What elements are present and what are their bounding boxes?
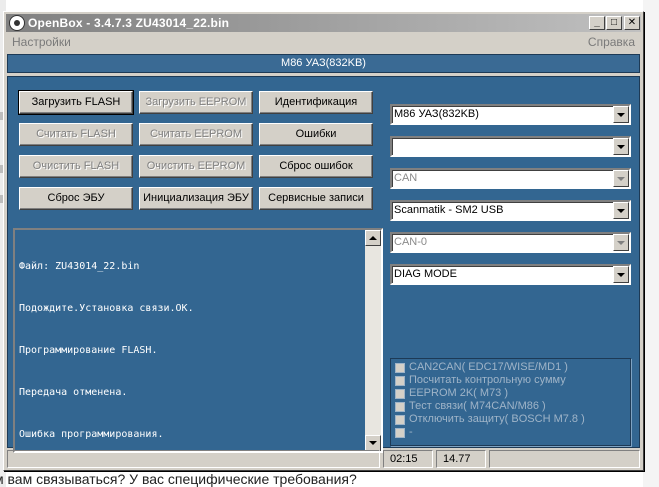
checkbox[interactable] (395, 363, 405, 373)
scroll-down-icon[interactable] (365, 435, 381, 451)
background-page-text: м вам связываться? У вас специфические т… (0, 471, 357, 487)
checkbox[interactable] (395, 428, 405, 438)
ecu-header: M86 УАЗ(832KB) (7, 54, 640, 73)
read-flash-button[interactable]: Считать FLASH (19, 123, 133, 146)
status-value: 14.77 (436, 450, 486, 468)
menu-settings[interactable]: Настройки (12, 35, 71, 49)
identification-button[interactable]: Идентификация (259, 91, 373, 114)
title-bar[interactable]: OpenBox - 3.4.7.3 ZU43014_22.bin _ □ ✕ (6, 14, 641, 32)
checkbox[interactable] (395, 402, 405, 412)
chevron-down-icon[interactable] (613, 234, 629, 251)
main-panel: Загрузить FLASH Загрузить EEPROM Идентиф… (7, 76, 640, 453)
protocol-value: CAN (394, 172, 418, 184)
status-extra (489, 450, 640, 468)
adapter-value: Scanmatik - SM2 USB (394, 204, 504, 216)
checkbox[interactable] (395, 376, 405, 386)
chevron-down-icon[interactable] (613, 266, 629, 283)
adapter-select[interactable]: Scanmatik - SM2 USB (390, 200, 631, 221)
menu-bar: Настройки Справка (6, 33, 641, 51)
ecu-type-value: M86 УАЗ(832KB) (394, 108, 479, 120)
status-bar: 02:15 14.77 (7, 450, 640, 468)
openbox-app-icon (9, 15, 25, 31)
channel-value: CAN-0 (394, 236, 428, 248)
empty-select[interactable] (390, 136, 631, 157)
load-flash-button[interactable]: Загрузить FLASH (18, 90, 134, 115)
reset-ecu-button[interactable]: Сброс ЭБУ (19, 187, 133, 210)
chevron-down-icon[interactable] (613, 106, 629, 123)
background-right-edge (643, 0, 659, 487)
ecu-type-select[interactable]: M86 УАЗ(832KB) (390, 104, 631, 125)
clear-flash-button[interactable]: Очистить FLASH (19, 155, 133, 178)
openbox-window: OpenBox - 3.4.7.3 ZU43014_22.bin _ □ ✕ Н… (3, 11, 644, 471)
clear-eeprom-button[interactable]: Очистить EEPROM (139, 155, 253, 178)
close-button[interactable]: ✕ (624, 16, 640, 30)
channel-select[interactable]: CAN-0 (390, 232, 631, 253)
mode-select[interactable]: DIAG MODE (390, 264, 631, 285)
minimize-button[interactable]: _ (589, 16, 605, 30)
chevron-down-icon[interactable] (613, 138, 629, 155)
log-scrollbar[interactable] (365, 230, 381, 451)
mode-value: DIAG MODE (394, 268, 457, 280)
options-group: CAN2CAN( EDC17/WISE/MD1 ) Посчитать конт… (390, 358, 631, 446)
service-records-button[interactable]: Сервисные записи (259, 187, 373, 210)
init-ecu-button[interactable]: Инициализация ЭБУ (139, 187, 253, 210)
read-eeprom-button[interactable]: Считать EEPROM (139, 123, 253, 146)
log-line: Ошибка программирования. (19, 429, 164, 440)
log-line: Файл: ZU43014_22.bin (19, 261, 140, 272)
log-line: Подождите.Установка связи.OK. (19, 303, 194, 314)
scroll-up-icon[interactable] (365, 230, 381, 246)
log-line: Передача отменена. (19, 387, 128, 398)
chevron-down-icon[interactable] (613, 202, 629, 219)
chevron-down-icon[interactable] (613, 170, 629, 187)
menu-help[interactable]: Справка (588, 35, 635, 49)
maximize-button[interactable]: □ (606, 16, 622, 30)
errors-button[interactable]: Ошибки (259, 123, 373, 146)
log-line: Программирование FLASH. (19, 345, 158, 356)
status-time: 02:15 (383, 450, 433, 468)
status-message (7, 450, 380, 468)
log-output[interactable]: Файл: ZU43014_22.bin Подождите.Установка… (13, 228, 383, 453)
load-eeprom-button[interactable]: Загрузить EEPROM (139, 91, 253, 114)
checkbox[interactable] (395, 415, 405, 425)
reset-errors-button[interactable]: Сброс ошибок (259, 155, 373, 178)
protocol-select[interactable]: CAN (390, 168, 631, 189)
checkbox[interactable] (395, 389, 405, 399)
window-title: OpenBox - 3.4.7.3 ZU43014_22.bin (28, 16, 230, 30)
